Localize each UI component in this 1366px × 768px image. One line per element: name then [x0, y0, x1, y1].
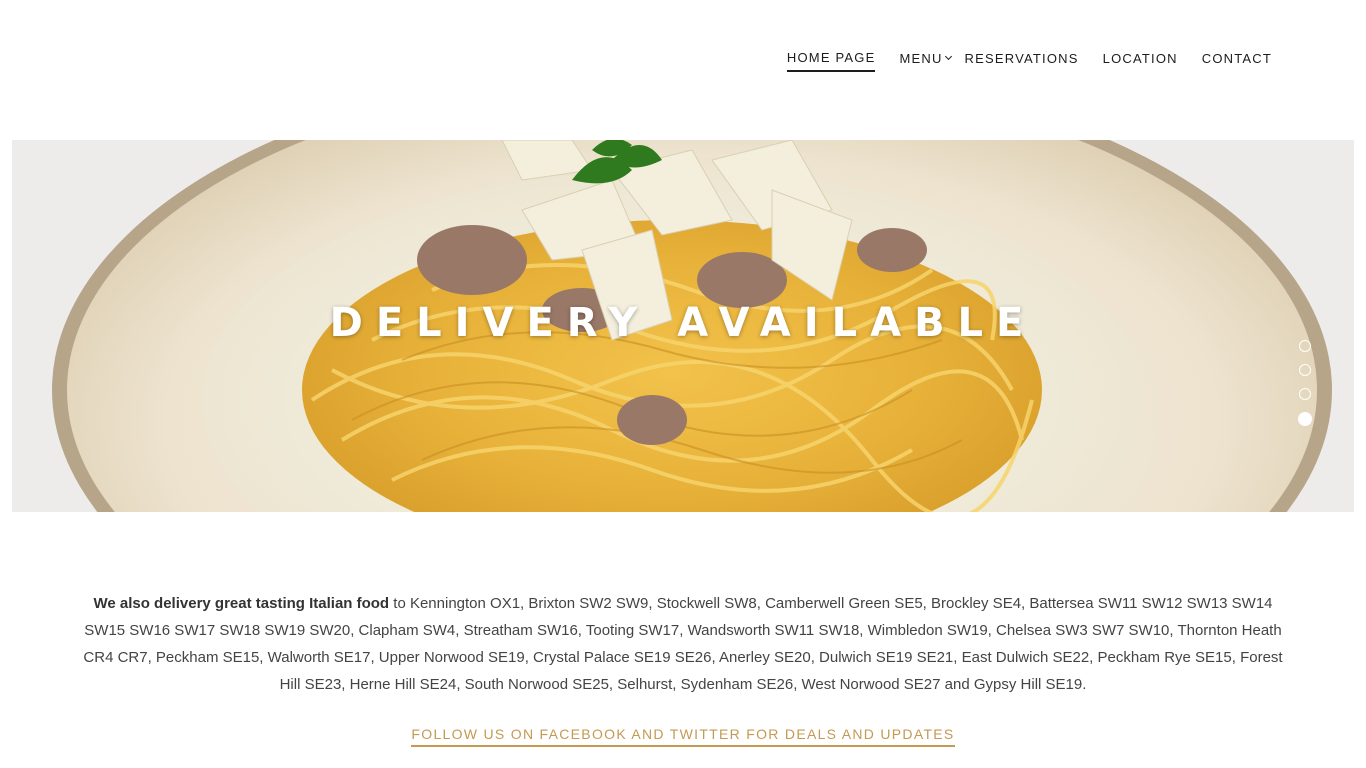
delivery-areas-text: We also delivery great tasting Italian f… — [80, 590, 1286, 698]
chevron-down-icon — [944, 52, 952, 61]
hero-title: DELIVERY AVAILABLE — [329, 300, 1037, 346]
slider-dot-4[interactable] — [1298, 412, 1312, 426]
nav-location[interactable]: LOCATION — [1103, 51, 1178, 71]
slider-dot-3[interactable] — [1299, 388, 1311, 400]
nav-contact[interactable]: CONTACT — [1202, 51, 1272, 71]
slider-dot-1[interactable] — [1299, 340, 1311, 352]
hero-slider: DELIVERY AVAILABLE — [12, 140, 1354, 512]
nav-home-page[interactable]: HOME PAGE — [786, 50, 876, 72]
slider-dot-2[interactable] — [1299, 364, 1311, 376]
follow-us-link[interactable]: FOLLOW US ON FACEBOOK AND TWITTER FOR DE… — [411, 726, 955, 747]
main-nav: HOME PAGE MENU RESERVATIONS LOCATION CON… — [763, 50, 1272, 72]
nav-menu[interactable]: MENU — [899, 51, 952, 71]
nav-menu-label: MENU — [899, 51, 943, 66]
intro-bold: We also delivery great tasting Italian f… — [93, 595, 390, 612]
nav-reservations[interactable]: RESERVATIONS — [965, 51, 1079, 71]
site-header: HOME PAGE MENU RESERVATIONS LOCATION CON… — [0, 0, 1366, 140]
slider-dots — [1298, 340, 1312, 438]
follow-section: FOLLOW US ON FACEBOOK AND TWITTER FOR DE… — [0, 726, 1366, 747]
